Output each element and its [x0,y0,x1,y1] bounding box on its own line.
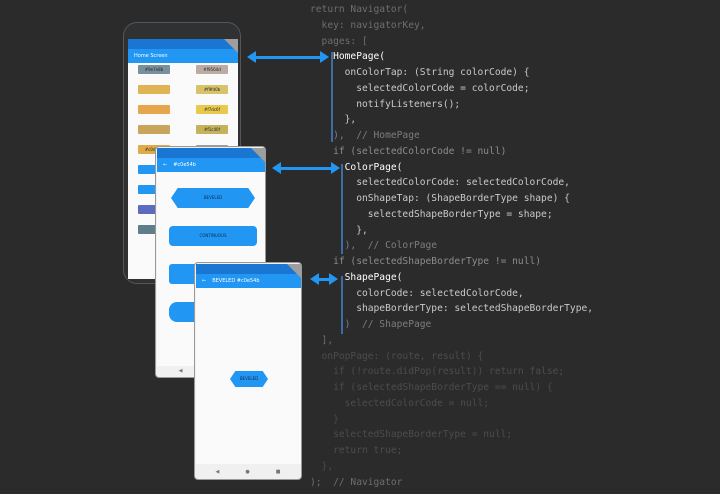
home-nav-icon[interactable]: ● [245,469,249,475]
code-line: onColorTap: (String colorCode) { [310,67,530,78]
code-line: ColorPage( [310,161,403,173]
beveled-shape-button[interactable]: BEVELED [230,371,268,387]
recents-nav-icon[interactable]: ■ [276,469,281,475]
code-line: selectedShapeBorderType = shape; [310,208,553,220]
code-line: if (selectedColorCode != null) [310,145,507,157]
status-bar [157,148,265,158]
status-bar [128,39,238,49]
color-chip[interactable]: #f7dc6f [196,105,228,114]
code-line: HomePage( [310,51,386,63]
code-line: if (selectedShapeBorderType == null) { [310,382,553,393]
arrow-left-icon[interactable]: ← [163,162,167,168]
beveled-button[interactable]: BEVELED [171,188,255,208]
color-chip[interactable] [138,85,170,94]
debug-banner [287,264,301,278]
code-line: ], [310,334,334,346]
code-line: shapeBorderType: selectedShapeBorderType… [310,303,594,315]
code-line: selectedColorCode = null; [310,397,490,409]
back-nav-icon[interactable]: ◀ [179,368,183,374]
code-line: if (selectedShapeBorderType != null) [310,256,542,267]
code-line: ), // ColorPage [310,240,438,252]
code-line: onPopPage: (route, result) { [310,350,484,362]
code-line: } [310,413,339,425]
code-line: ShapePage( [310,271,403,283]
code-line: }, [310,114,357,126]
color-chip[interactable] [138,105,170,114]
app-bar: ← BEVELED #c0e54b [196,274,301,288]
page-title: #c0e54b [173,162,196,168]
code-line: pages: [ [310,35,368,47]
shape-phone: ← BEVELED #c0e54b BEVELED ◀ ● ■ [194,262,302,480]
shape-screen: ← BEVELED #c0e54b BEVELED [196,264,301,464]
nav-bar: ◀ ● ■ [195,465,301,479]
page-title: BEVELED #c0e54b [212,278,260,284]
continuous-button[interactable]: CONTINUOUS [169,226,257,246]
code-line: }, [310,460,334,472]
code-line: key: navigatorKey, [310,19,426,31]
code-line: onShapeTap: (ShapeBorderType shape) { [310,193,570,204]
code-line: ) // ShapePage [310,319,432,330]
debug-banner [224,39,238,53]
code-line: return true; [310,445,403,456]
color-chip[interactable]: #f9564d [196,65,228,74]
color-chip[interactable]: #f9fd0b [196,85,228,94]
code-line: return Navigator( [310,4,409,15]
code-line: selectedColorCode: selectedColorCode, [310,177,570,189]
app-bar: ← #c0e54b [157,158,265,172]
app-bar: Home Screen [128,49,238,63]
code-line: selectedShapeBorderType = null; [310,429,513,441]
code-line: ), // HomePage [310,130,420,141]
arrow-left-icon[interactable]: ← [202,278,206,284]
page-title: Home Screen [134,53,168,59]
code-line: notifyListeners(); [310,98,461,110]
back-nav-icon[interactable]: ◀ [216,469,220,475]
code-line: selectedColorCode = colorCode; [310,82,530,94]
status-bar [196,264,301,274]
color-chip[interactable]: #f1c40f [196,125,228,134]
code-line: colorCode: selectedColorCode, [310,287,524,299]
code-line: }, [310,224,368,236]
code-line: if (!route.didPop(result)) return false; [310,366,565,378]
debug-banner [251,148,265,162]
code-line: ); // Navigator [310,476,403,488]
color-chip[interactable] [138,125,170,134]
color-chip[interactable]: #9e7e8b [138,65,170,74]
